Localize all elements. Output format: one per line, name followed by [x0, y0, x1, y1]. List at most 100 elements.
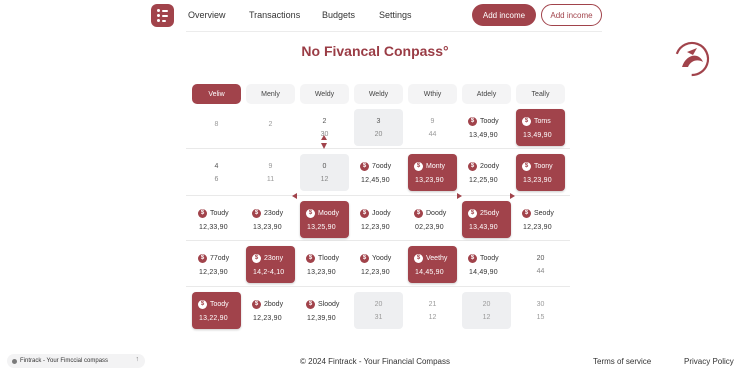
cell-label-row: $ Tloody [306, 253, 349, 263]
calendar-cell[interactable]: 9 11 [246, 154, 295, 191]
calendar-cell[interactable]: 0 12 [300, 154, 349, 191]
dollar-coin-icon: $ [306, 208, 315, 218]
dollar-coin-icon: $ [468, 253, 477, 263]
calendar-cell[interactable]: 20 44 [516, 246, 565, 283]
column-header[interactable]: Wthiy [408, 84, 457, 104]
page-title: No Fivancal Conpass° [301, 43, 449, 59]
calendar-cell[interactable]: $25ody 13,43,90 [462, 201, 511, 238]
cell-amount: 02,23,90 [415, 223, 444, 231]
calendar-cell[interactable]: $ Seody 12,23,90 [516, 201, 565, 238]
cell-subvalue: 31 [374, 313, 383, 321]
cell-day-number: 30 [536, 300, 545, 308]
calendar-cell[interactable]: 30 15 [516, 292, 565, 329]
cell-amount: 13,25,90 [307, 223, 336, 231]
cell-label: Toody [480, 117, 499, 125]
calendar-cell[interactable]: $23ody 13,23,90 [246, 201, 295, 238]
calendar-cell[interactable]: $7oody 12,45,90 [354, 154, 403, 191]
cell-amount: 12,23,90 [361, 268, 390, 276]
cell-label: 7oody [372, 162, 392, 170]
column-header[interactable]: Menly [246, 84, 295, 104]
calendar-cell[interactable]: 20 12 [462, 292, 511, 329]
cell-label-row: $ Toody [468, 116, 511, 126]
calendar-cell[interactable]: $ Yoody 12,23,90 [354, 246, 403, 283]
calendar-cell[interactable]: $77ody 12,23,90 [192, 246, 241, 283]
calendar-cell[interactable]: 9 44 [408, 109, 457, 146]
calendar-cell[interactable]: $ Tloody 13,23,90 [300, 246, 349, 283]
cell-label-row: $ Doody [414, 208, 457, 218]
calendar-cell[interactable]: 46 [192, 154, 241, 191]
dollar-coin-icon: $ [468, 161, 477, 171]
cell-label: 23ony [264, 254, 284, 262]
app-logo-icon[interactable] [151, 4, 174, 27]
nav-link-budgets[interactable]: Budgets [322, 10, 355, 20]
dollar-coin-icon: $ [252, 299, 261, 309]
dollar-coin-icon: $ [414, 253, 423, 263]
cell-label-row: $23ody [252, 208, 295, 218]
column-header[interactable]: Teally [516, 84, 565, 104]
cell-subvalue: 44 [536, 267, 545, 275]
cell-amount: 13,23,90 [523, 176, 552, 184]
dollar-coin-icon: $ [360, 208, 369, 218]
cell-label: Veethy [426, 254, 448, 262]
calendar-cell[interactable]: $ Veethy 14,45,90 [408, 246, 457, 283]
calendar-cell[interactable]: $ Doody 02,23,90 [408, 201, 457, 238]
calendar-cell[interactable]: $ Toody 14,49,90 [462, 246, 511, 283]
calendar-cell[interactable]: $ Toudy 12,33,90 [192, 201, 241, 238]
nav-link-transactions[interactable]: Transactions [249, 10, 300, 20]
cell-label: Moody [318, 209, 340, 217]
column-header[interactable]: Veliw [192, 84, 241, 104]
calendar-cell[interactable]: $2oody 12,25,90 [462, 154, 511, 191]
calendar-cell[interactable]: $ Toony 13,23,90 [516, 154, 565, 191]
column-header[interactable]: Atdely [462, 84, 511, 104]
calendar-cell[interactable]: 3 20 [354, 109, 403, 146]
add-income-outline-button[interactable]: Add income [541, 4, 602, 26]
calendar-cell[interactable]: 20 31 [354, 292, 403, 329]
cell-label: Yoody [372, 254, 392, 262]
column-header[interactable]: Weldy [354, 84, 403, 104]
dollar-coin-icon: $ [306, 299, 315, 309]
calendar-cell[interactable]: $ Toms 13,49,90 [516, 109, 565, 146]
cell-label-row: $ Toudy [198, 208, 241, 218]
calendar-cell[interactable]: $23ony 14,2-4,10 [246, 246, 295, 283]
calendar-cell[interactable]: $ Toody 13,49,90 [462, 109, 511, 146]
cell-label: Toms [534, 117, 551, 125]
cell-day-number: 20 [374, 300, 383, 308]
calendar-cell[interactable]: 8 [192, 109, 241, 146]
cell-label-row: $ Toony [522, 161, 565, 171]
add-income-button[interactable]: Add income [472, 4, 536, 26]
calendar-cell[interactable]: $ Sloody 12,39,90 [300, 292, 349, 329]
cell-amount: 13,23,90 [253, 223, 282, 231]
cell-amount: 13,22,90 [199, 314, 228, 322]
calendar-cell[interactable]: $ Monty 13,23,90 [408, 154, 457, 191]
row-divider [186, 240, 570, 241]
nav-link-overview[interactable]: Overview [188, 10, 226, 20]
calendar-cell[interactable]: 2 [246, 109, 295, 146]
cell-subvalue: 20 [374, 130, 383, 138]
column-header[interactable]: Weldy [300, 84, 349, 104]
cell-day-number: 21 [428, 300, 437, 308]
triangle-right-icon [457, 193, 462, 199]
nav-link-settings[interactable]: Settings [379, 10, 412, 20]
privacy-link[interactable]: Privacy Policy [684, 357, 734, 366]
cell-amount: 13,23,90 [307, 268, 336, 276]
cell-day-number: 20 [482, 300, 491, 308]
cell-subvalue: 12 [428, 313, 437, 321]
calendar-cell[interactable]: 21 12 [408, 292, 457, 329]
cell-day-number: 2 [322, 117, 327, 125]
cell-amount: 12,23,90 [199, 268, 228, 276]
terms-link[interactable]: Terms of service [593, 357, 651, 366]
dollar-coin-icon: $ [198, 299, 207, 309]
cell-label: 25ody [480, 209, 500, 217]
row-divider [186, 286, 570, 287]
cell-day-number: 2 [268, 121, 273, 128]
cell-day-number: 0 [322, 162, 327, 170]
calendar-cell[interactable]: $2body 12,23,90 [246, 292, 295, 329]
cell-label-row: $ Toody [198, 299, 241, 309]
calendar-cell[interactable]: $ Moody 13,25,90 [300, 201, 349, 238]
cell-label: 77ody [210, 254, 230, 262]
dollar-coin-icon: $ [522, 161, 531, 171]
calendar-cell[interactable]: $ Joody 12,23,90 [354, 201, 403, 238]
triangle-up-icon [321, 135, 327, 140]
calendar-cell[interactable]: 2 30 [300, 109, 349, 146]
calendar-cell[interactable]: $ Toody 13,22,90 [192, 292, 241, 329]
